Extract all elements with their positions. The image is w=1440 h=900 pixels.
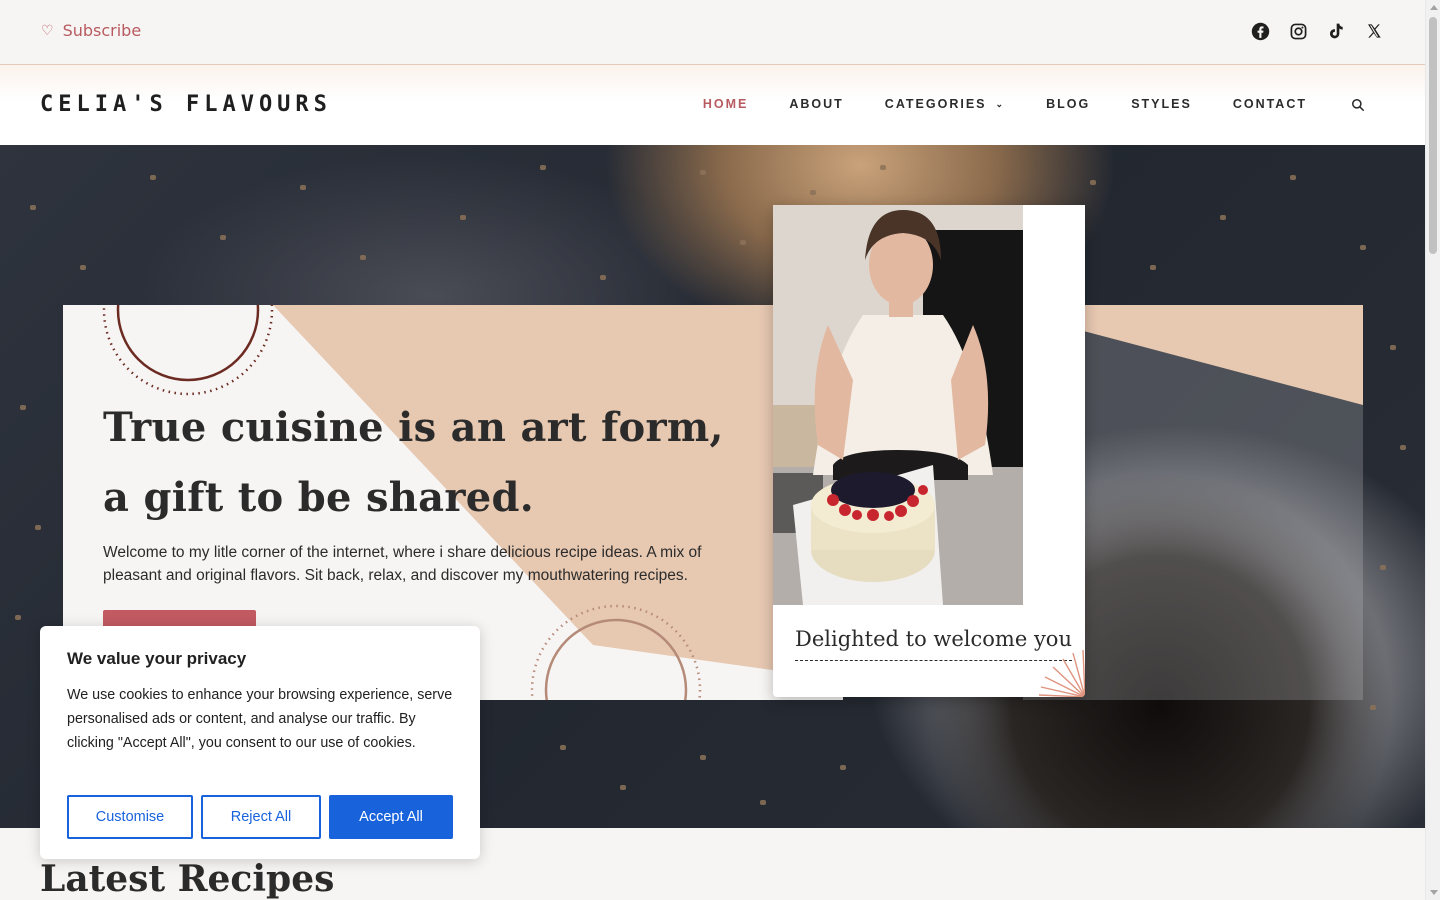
facebook-icon[interactable] [1250, 21, 1270, 41]
scroll-up-arrow[interactable] [1430, 5, 1438, 10]
profile-photo [773, 205, 1023, 605]
reject-all-button[interactable]: Reject All [201, 795, 321, 839]
nav-item-categories[interactable]: CATEGORIES ⌄ [885, 97, 1005, 111]
welcome-caption: Delighted to welcome you [795, 627, 1072, 661]
site-logo[interactable]: CELIA'S FLAVOURS [40, 92, 332, 117]
sunburst-decoration [1038, 649, 1085, 697]
chevron-down-icon: ⌄ [995, 98, 1006, 109]
headline-line-2: a gift to be shared. [103, 474, 534, 521]
profile-photo-card: Delighted to welcome you [773, 205, 1085, 697]
search-icon[interactable] [1351, 97, 1365, 112]
instagram-icon[interactable] [1288, 21, 1308, 41]
accept-all-button[interactable]: Accept All [329, 795, 453, 839]
page-scrollbar[interactable] [1425, 0, 1440, 900]
hero-headline: True cuisine is an art form, a gift to b… [103, 393, 724, 533]
x-icon[interactable] [1364, 21, 1384, 41]
scroll-down-arrow[interactable] [1430, 890, 1438, 895]
nav-item-contact[interactable]: CONTACT [1233, 97, 1307, 111]
subscribe-label: Subscribe [62, 21, 142, 40]
latest-recipes-heading: Latest Recipes [40, 858, 335, 900]
headline-line-1: True cuisine is an art form, [103, 404, 724, 451]
scrollbar-thumb[interactable] [1429, 17, 1437, 254]
tiktok-icon[interactable] [1326, 21, 1346, 41]
customise-button[interactable]: Customise [67, 795, 193, 839]
site-header: CELIA'S FLAVOURS HOME ABOUT CATEGORIES ⌄ … [0, 65, 1425, 145]
nav-item-blog[interactable]: BLOG [1046, 97, 1090, 111]
cookie-title: We value your privacy [67, 649, 247, 668]
hero-intro-text: Welcome to my litle corner of the intern… [103, 544, 702, 584]
heart-icon: ♡ [41, 22, 54, 39]
nav-item-styles[interactable]: STYLES [1131, 97, 1192, 111]
top-bar: ♡ Subscribe [0, 0, 1425, 65]
nav-item-about[interactable]: ABOUT [789, 97, 843, 111]
social-links [1250, 21, 1384, 41]
subscribe-link[interactable]: ♡ Subscribe [41, 21, 141, 40]
nav-item-home[interactable]: HOME [703, 97, 749, 111]
cookie-text: We use cookies to enhance your browsing … [67, 687, 453, 751]
main-nav: HOME ABOUT CATEGORIES ⌄ BLOG STYLES CONTA… [662, 97, 1365, 112]
cookie-consent-banner: We value your privacy We use cookies to … [40, 626, 480, 859]
